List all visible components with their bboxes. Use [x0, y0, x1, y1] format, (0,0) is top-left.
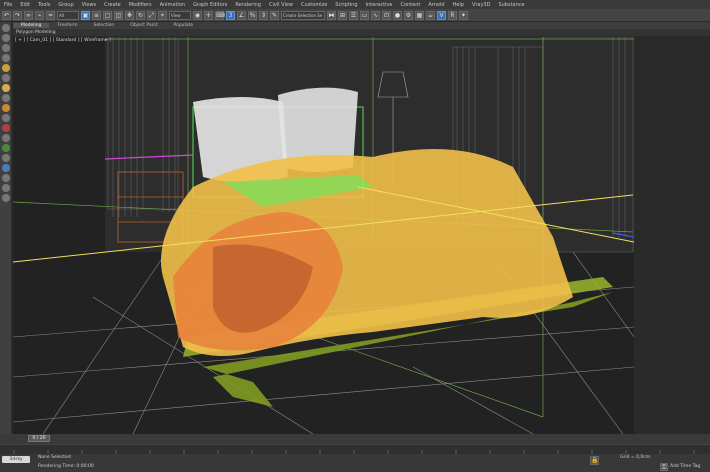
- grid-size: Grid = 0,0cm: [620, 455, 651, 460]
- time-slider-bar[interactable]: 0 / 20: [0, 434, 710, 444]
- main-toolbar: ↶ ↷ ∞ ⌁ ≈ All ▣ ≡ □ ◫ ✥ ↻ ⤢ ⌖ View ◉ ✛ ⌨…: [0, 9, 710, 22]
- undo-icon[interactable]: ↶: [2, 10, 11, 20]
- shape-icon[interactable]: [1, 124, 10, 132]
- wireframe-scene: [13, 37, 634, 434]
- system-icon[interactable]: [1, 164, 10, 172]
- create-icon[interactable]: [1, 24, 10, 32]
- menu-item-interactive[interactable]: Interactive: [362, 2, 397, 8]
- menu-item-civil-view[interactable]: Civil View: [265, 2, 297, 8]
- status-bar: 3dsky None Selected Rendering Time: 0:00…: [0, 454, 710, 472]
- vray-frame-buffer-icon[interactable]: V: [437, 10, 446, 20]
- bind-spacewarp-icon[interactable]: ≈: [46, 10, 55, 20]
- selection-status: None Selected: [38, 455, 71, 460]
- move-icon[interactable]: ✥: [125, 10, 134, 20]
- percent-snap-icon[interactable]: %: [248, 10, 257, 20]
- menu-item-customize[interactable]: Customize: [297, 2, 331, 8]
- rect-selection-icon[interactable]: □: [103, 10, 112, 20]
- pivot-icon[interactable]: ◉: [193, 10, 202, 20]
- watermark-logo: 3dsky: [2, 456, 30, 463]
- viewport[interactable]: [ + ] [ Cam_01 ] [ Standard ] [ Wirefram…: [13, 37, 634, 434]
- camera-icon[interactable]: [1, 94, 10, 102]
- rotate-icon[interactable]: ↻: [136, 10, 145, 20]
- modify-icon[interactable]: [1, 34, 10, 42]
- menu-item-graph-editors[interactable]: Graph Editors: [189, 2, 231, 8]
- menu-item-scripting[interactable]: Scripting: [331, 2, 361, 8]
- menu-item-views[interactable]: Views: [78, 2, 100, 8]
- helper-icon[interactable]: [1, 114, 10, 122]
- render-setup-icon[interactable]: ⚙: [404, 10, 413, 20]
- menu-item-modifiers[interactable]: Modifiers: [125, 2, 156, 8]
- menu-item-tools[interactable]: Tools: [34, 2, 54, 8]
- named-selection-set-dropdown[interactable]: Create Selection Se: [281, 10, 325, 20]
- vray-render-icon[interactable]: R: [448, 10, 457, 20]
- select-by-name-icon[interactable]: ≡: [92, 10, 101, 20]
- angle-snap-icon[interactable]: ∠: [237, 10, 246, 20]
- light-icon[interactable]: [1, 84, 10, 92]
- menu-item-content[interactable]: Content: [396, 2, 424, 8]
- unlink-icon[interactable]: ⌁: [35, 10, 44, 20]
- window-crossing-icon[interactable]: ◫: [114, 10, 123, 20]
- ribbon-tabs: Modeling Freeform Selection Object Paint Pop…: [13, 22, 710, 29]
- tab-populate[interactable]: Populate: [166, 23, 202, 28]
- select-manipulate-icon[interactable]: ✛: [204, 10, 213, 20]
- tab-selection[interactable]: Selection: [86, 23, 123, 28]
- ribbon-panel-title: Polygon Modeling: [13, 29, 710, 36]
- toggle-ribbon-icon[interactable]: ▭: [360, 10, 369, 20]
- geometry-icon[interactable]: [1, 134, 10, 142]
- space-warp-icon[interactable]: [1, 154, 10, 162]
- redo-icon[interactable]: ↷: [13, 10, 22, 20]
- menu-item-animation[interactable]: Animation: [156, 2, 190, 8]
- particle-icon[interactable]: [1, 174, 10, 182]
- render-production-icon[interactable]: ☕: [426, 10, 435, 20]
- menu-item-substance[interactable]: Substance: [494, 2, 528, 8]
- menu-item-group[interactable]: Group: [54, 2, 77, 8]
- spinner-snap-icon[interactable]: ⇕: [259, 10, 268, 20]
- curve-editor-icon[interactable]: ∿: [371, 10, 380, 20]
- scale-icon[interactable]: ⤢: [147, 10, 156, 20]
- snaps-toggle-icon[interactable]: 3: [226, 10, 235, 20]
- keyboard-shortcut-icon[interactable]: ⌨: [215, 10, 225, 20]
- hierarchy-icon[interactable]: [1, 44, 10, 52]
- viewport-label[interactable]: [ + ] [ Cam_01 ] [ Standard ] [ Wirefram…: [15, 38, 111, 43]
- layers-icon[interactable]: [1, 194, 10, 202]
- material-editor-icon[interactable]: ●: [393, 10, 402, 20]
- link-icon[interactable]: ∞: [24, 10, 33, 20]
- motion-icon[interactable]: [1, 54, 10, 62]
- left-command-toolbar: [0, 22, 12, 434]
- edit-named-selection-icon[interactable]: ✎: [270, 10, 279, 20]
- add-time-tag[interactable]: Add Time Tag: [670, 464, 700, 469]
- lock-icon[interactable]: 🔒: [590, 456, 599, 465]
- menu-bar: File Edit Tools Group Views Create Modifiers An…: [0, 0, 710, 9]
- display-icon[interactable]: [1, 64, 10, 72]
- utilities-icon[interactable]: [1, 74, 10, 82]
- render-time: Rendering Time: 0:00:00: [38, 464, 94, 469]
- settings-icon[interactable]: [1, 184, 10, 192]
- sun-icon[interactable]: [1, 104, 10, 112]
- schematic-view-icon[interactable]: ⊡: [382, 10, 391, 20]
- foliage-icon[interactable]: [1, 144, 10, 152]
- select-object-icon[interactable]: ▣: [81, 10, 90, 20]
- layer-explorer-icon[interactable]: ☰: [349, 10, 358, 20]
- tab-modeling[interactable]: Modeling: [13, 23, 50, 28]
- place-icon[interactable]: ⌖: [158, 10, 167, 20]
- selection-filter-dropdown[interactable]: All: [57, 10, 79, 20]
- viewport-empty-area: [634, 37, 710, 434]
- tab-object-paint[interactable]: Object Paint: [122, 23, 165, 28]
- menu-item-vray3d[interactable]: Vray3D: [468, 2, 495, 8]
- time-slider[interactable]: 0 / 20: [28, 435, 50, 442]
- menu-item-file[interactable]: File: [0, 2, 16, 8]
- menu-item-edit[interactable]: Edit: [16, 2, 34, 8]
- key-icon[interactable]: ⚿: [660, 463, 668, 471]
- align-icon[interactable]: ⊞: [338, 10, 347, 20]
- menu-item-help[interactable]: Help: [449, 2, 468, 8]
- tab-freeform[interactable]: Freeform: [49, 23, 85, 28]
- menu-item-create[interactable]: Create: [100, 2, 125, 8]
- reference-coord-dropdown[interactable]: View: [169, 10, 191, 20]
- menu-item-rendering[interactable]: Rendering: [231, 2, 265, 8]
- rendered-frame-window-icon[interactable]: ▦: [415, 10, 424, 20]
- mirror-icon[interactable]: ⧓: [327, 10, 336, 20]
- menu-item-arnold[interactable]: Arnold: [424, 2, 448, 8]
- vray-settings-icon[interactable]: ✦: [459, 10, 468, 20]
